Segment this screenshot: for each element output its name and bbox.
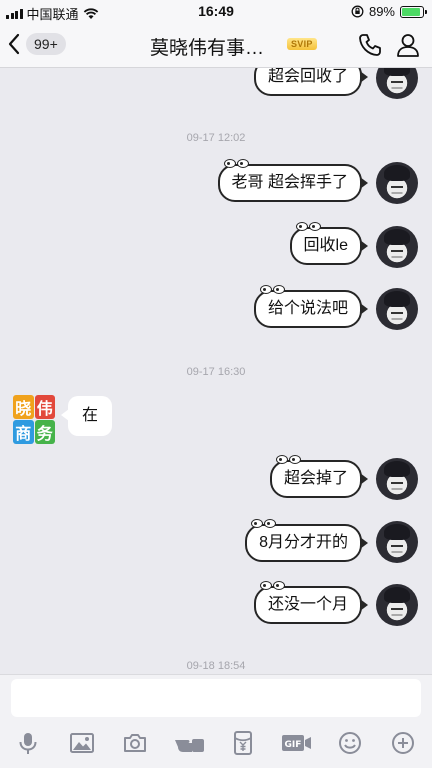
message-bubble[interactable]: 超会回收了 bbox=[253, 68, 369, 96]
emoji-icon[interactable] bbox=[335, 729, 365, 757]
my-avatar[interactable] bbox=[376, 458, 418, 500]
contact-avatar-char: 晓 bbox=[13, 395, 34, 419]
contact-avatar-char: 商 bbox=[13, 420, 34, 444]
contact-avatar-char: 伟 bbox=[34, 395, 55, 419]
bubble-eyes-decoration bbox=[259, 581, 285, 590]
contact-avatar[interactable]: 晓 伟 商 务 bbox=[13, 395, 55, 444]
image-icon[interactable] bbox=[67, 729, 97, 757]
input-area: GIF bbox=[0, 674, 432, 768]
battery-icon bbox=[400, 5, 427, 18]
battery-percent: 89% bbox=[368, 4, 395, 19]
gif-icon[interactable]: GIF bbox=[280, 729, 314, 757]
bubble-eyes-decoration bbox=[251, 519, 277, 528]
chat-title[interactable]: 莫晓伟有事… bbox=[150, 33, 264, 60]
contact-avatar-char: 务 bbox=[34, 420, 55, 444]
message-text: 8月分才开的 bbox=[259, 534, 348, 551]
message-text: 给个说法吧 bbox=[267, 300, 348, 317]
message-bubble[interactable]: 在 bbox=[60, 396, 113, 436]
timestamp: 09-17 12:02 bbox=[186, 132, 246, 144]
bubble-eyes-decoration bbox=[295, 222, 321, 231]
plus-icon[interactable] bbox=[388, 729, 418, 757]
phone-icon[interactable] bbox=[356, 31, 384, 59]
my-avatar[interactable] bbox=[376, 68, 418, 99]
message-text: 超会回收了 bbox=[267, 68, 348, 85]
chat-area[interactable]: 超会回收了 09-17 12:02 老哥 超会挥手了 回收le 给个说法吧 09… bbox=[0, 68, 432, 674]
my-avatar[interactable] bbox=[376, 521, 418, 563]
message-text: 回收le bbox=[303, 237, 348, 254]
battery-level bbox=[402, 7, 420, 16]
bubble-eyes-decoration bbox=[259, 285, 285, 294]
nav-bar: 99+ 莫晓伟有事… SVIP bbox=[0, 22, 432, 68]
chevron-left-icon bbox=[8, 33, 20, 55]
orientation-lock-icon bbox=[351, 5, 364, 18]
mic-icon[interactable] bbox=[13, 729, 43, 757]
message-text: 在 bbox=[82, 407, 99, 424]
message-text: 超会掉了 bbox=[283, 470, 348, 487]
timestamp: 09-17 16:30 bbox=[186, 366, 246, 378]
message-text: 老哥 超会挥手了 bbox=[231, 174, 348, 191]
message-bubble[interactable]: 回收le bbox=[289, 222, 369, 265]
timestamp: 09-18 18:54 bbox=[186, 660, 246, 672]
profile-icon[interactable] bbox=[394, 31, 422, 59]
status-right: 89% bbox=[351, 4, 427, 19]
my-avatar[interactable] bbox=[376, 162, 418, 204]
message-bubble[interactable]: 给个说法吧 bbox=[253, 285, 369, 328]
message-bubble[interactable]: 老哥 超会挥手了 bbox=[217, 159, 369, 202]
message-bubble[interactable]: 超会掉了 bbox=[269, 455, 369, 498]
unread-badge: 99+ bbox=[26, 33, 66, 55]
my-avatar[interactable] bbox=[376, 226, 418, 268]
svg-text:GIF: GIF bbox=[285, 740, 302, 750]
message-bubble[interactable]: 8月分才开的 bbox=[245, 519, 368, 562]
status-bar: 中国联通 16:49 89% bbox=[0, 0, 432, 22]
red-packet-icon[interactable] bbox=[228, 729, 258, 757]
poke-icon[interactable] bbox=[173, 729, 207, 757]
svip-badge: SVIP bbox=[287, 38, 317, 50]
bubble-eyes-decoration bbox=[223, 159, 249, 168]
message-input[interactable] bbox=[11, 679, 421, 717]
my-avatar[interactable] bbox=[376, 288, 418, 330]
my-avatar[interactable] bbox=[376, 584, 418, 626]
input-toolbar: GIF bbox=[0, 727, 432, 759]
message-text: 还没一个月 bbox=[267, 596, 348, 613]
back-button[interactable]: 99+ bbox=[6, 32, 66, 56]
bubble-eyes-decoration bbox=[275, 455, 301, 464]
camera-icon[interactable] bbox=[120, 729, 150, 757]
message-bubble[interactable]: 还没一个月 bbox=[253, 581, 369, 624]
